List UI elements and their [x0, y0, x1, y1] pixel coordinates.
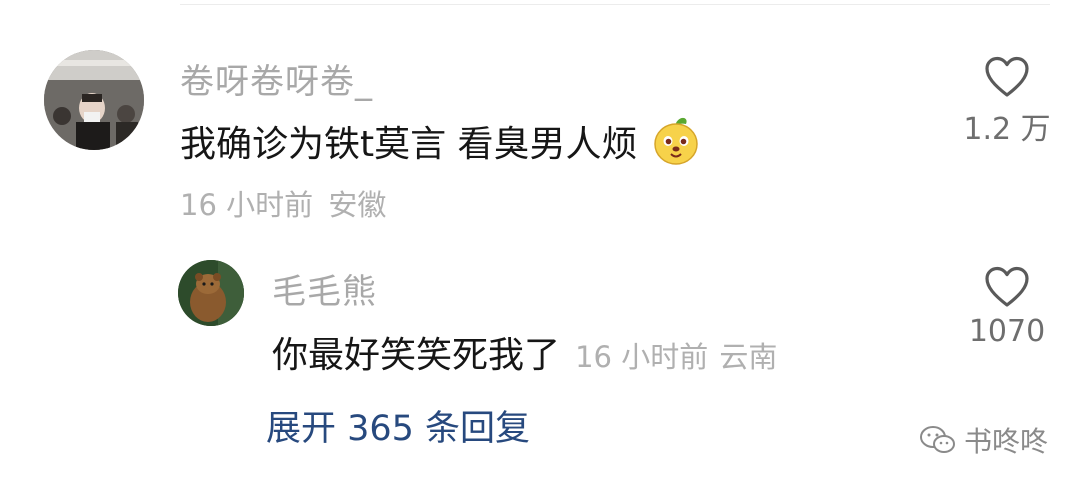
- heart-icon: [985, 56, 1029, 97]
- avatar-photo: [44, 50, 144, 150]
- reply-avatar[interactable]: [178, 260, 244, 326]
- reply-time: 16 小时前: [575, 340, 709, 374]
- reply-like-button[interactable]: 1070: [952, 266, 1062, 349]
- comment-time: 16 小时前: [180, 188, 314, 222]
- expand-replies-button[interactable]: 展开 365 条回复: [266, 400, 530, 451]
- comment-text: 我确诊为铁t莫言 看臭男人烦: [180, 114, 701, 167]
- reply-location: 云南: [719, 340, 778, 374]
- wechat-icon: [920, 426, 955, 453]
- reply-text: 你最好笑笑死我了: [272, 335, 561, 376]
- reply-avatar-photo: [178, 260, 244, 326]
- comment-location: 安徽: [328, 188, 387, 222]
- reply-body: 你最好笑笑死我了 16 小时前 云南: [272, 326, 777, 378]
- reply-like-count: 1070: [968, 314, 1046, 349]
- reply-username[interactable]: 毛毛熊: [272, 264, 377, 313]
- avatar[interactable]: [44, 50, 144, 150]
- comment-username[interactable]: 卷呀卷呀卷_: [180, 54, 373, 103]
- mango-face-emoji: [654, 117, 698, 165]
- watermark: 书咚咚: [918, 420, 1048, 460]
- comment-meta: 16 小时前 安徽: [180, 182, 386, 224]
- comment-like-count: 1.2 万: [963, 112, 1051, 147]
- comment-text-content: 我确诊为铁t莫言 看臭男人烦: [180, 124, 638, 165]
- top-divider: [180, 4, 1050, 5]
- watermark-text: 书咚咚: [964, 425, 1049, 458]
- heart-icon: [985, 266, 1029, 307]
- comment-like-button[interactable]: 1.2 万: [952, 56, 1062, 148]
